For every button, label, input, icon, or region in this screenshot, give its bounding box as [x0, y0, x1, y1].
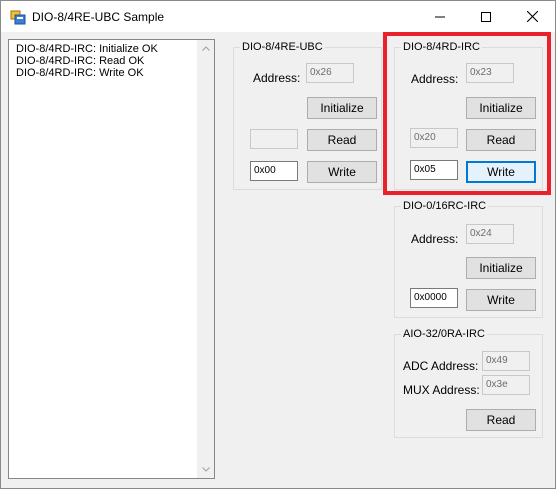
- minimize-button[interactable]: [417, 1, 463, 32]
- initialize-button[interactable]: Initialize: [307, 97, 377, 119]
- log-line: DIO-8/4RD-IRC: Initialize OK: [16, 43, 158, 55]
- close-icon: [526, 11, 538, 22]
- scroll-down-icon[interactable]: [197, 461, 214, 478]
- write-button[interactable]: Write: [466, 289, 536, 311]
- adc-address-label: ADC Address:: [403, 359, 479, 373]
- address-field: 0x24: [466, 224, 514, 244]
- close-button[interactable]: [509, 1, 555, 32]
- read-value-field: [250, 129, 298, 149]
- initialize-button[interactable]: Initialize: [466, 257, 536, 279]
- read-button[interactable]: Read: [307, 129, 377, 151]
- write-value-input[interactable]: 0x00: [250, 161, 298, 181]
- highlight-box: [383, 32, 551, 195]
- log-listbox[interactable]: DIO-8/4RD-IRC: Initialize OK DIO-8/4RD-I…: [8, 39, 215, 479]
- write-value-input[interactable]: 0x0000: [410, 288, 458, 308]
- maximize-button[interactable]: [463, 1, 509, 32]
- log-line: DIO-8/4RD-IRC: Read OK: [16, 55, 145, 67]
- window-title: DIO-8/4RE-UBC Sample: [32, 10, 165, 24]
- mux-address-label: MUX Address:: [403, 383, 480, 397]
- vertical-scrollbar[interactable]: [197, 40, 214, 478]
- write-button[interactable]: Write: [307, 161, 377, 183]
- read-button[interactable]: Read: [466, 409, 536, 431]
- minimize-icon: [435, 16, 445, 17]
- mux-address-field: 0x3e: [482, 375, 530, 395]
- address-label: Address:: [411, 232, 459, 246]
- group-title: AIO-32/0RA-IRC: [401, 327, 487, 341]
- app-icon: [10, 9, 26, 25]
- app-window: DIO-8/4RE-UBC Sample DIO-8/4RD-IRC: Init…: [0, 0, 556, 489]
- address-field: 0x26: [306, 63, 354, 83]
- log-lines: DIO-8/4RD-IRC: Initialize OK DIO-8/4RD-I…: [16, 43, 158, 79]
- group-title: DIO-8/4RE-UBC: [240, 40, 325, 54]
- log-line: DIO-8/4RD-IRC: Write OK: [16, 67, 144, 79]
- maximize-icon: [481, 11, 491, 22]
- adc-address-field: 0x49: [482, 351, 530, 371]
- group-title: DIO-0/16RC-IRC: [401, 199, 489, 213]
- title-bar: DIO-8/4RE-UBC Sample: [1, 1, 555, 32]
- scroll-up-icon[interactable]: [197, 40, 214, 57]
- address-label: Address:: [253, 71, 301, 85]
